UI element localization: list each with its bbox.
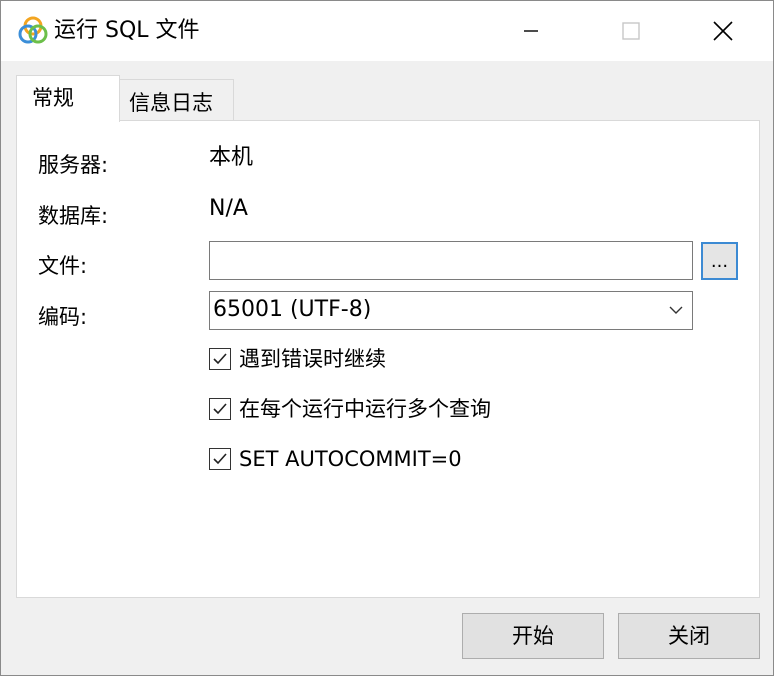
run-sql-file-dialog: 运行 SQL 文件 常规 信息日志 服务器: 本机 数据库: N/A 文件: .… bbox=[0, 0, 774, 676]
file-label: 文件: bbox=[38, 254, 88, 278]
close-icon bbox=[713, 21, 733, 41]
file-path-input[interactable] bbox=[209, 241, 693, 280]
checkmark-icon bbox=[213, 353, 227, 365]
checkmark-icon bbox=[213, 453, 227, 465]
encoding-selected-value: 65001 (UTF-8) bbox=[213, 297, 372, 322]
maximize-icon bbox=[622, 22, 640, 40]
start-button[interactable]: 开始 bbox=[462, 613, 604, 659]
title-bar: 运行 SQL 文件 bbox=[1, 1, 773, 61]
chevron-down-icon bbox=[669, 306, 683, 314]
close-window-button[interactable] bbox=[677, 1, 769, 61]
server-label: 服务器: bbox=[38, 153, 109, 177]
option-label: 遇到错误时继续 bbox=[239, 347, 386, 371]
tab-message-log[interactable]: 信息日志 bbox=[119, 79, 234, 121]
browse-file-button[interactable]: ... bbox=[701, 242, 738, 280]
tab-strip: 常规 信息日志 bbox=[1, 61, 773, 122]
general-panel bbox=[16, 120, 760, 598]
minimize-icon bbox=[524, 30, 538, 32]
encoding-label: 编码: bbox=[38, 305, 88, 329]
option-label: SET AUTOCOMMIT=0 bbox=[239, 447, 462, 471]
window-title: 运行 SQL 文件 bbox=[54, 18, 200, 43]
tab-general[interactable]: 常规 bbox=[16, 75, 120, 122]
minimize-button[interactable] bbox=[485, 1, 577, 61]
checkbox-multiple-queries[interactable] bbox=[209, 398, 231, 420]
navicat-app-icon bbox=[18, 16, 48, 44]
option-multiple-queries[interactable]: 在每个运行中运行多个查询 bbox=[209, 395, 491, 423]
server-value: 本机 bbox=[209, 145, 254, 170]
option-continue-on-error[interactable]: 遇到错误时继续 bbox=[209, 345, 386, 373]
database-value: N/A bbox=[209, 196, 248, 221]
checkmark-icon bbox=[213, 403, 227, 415]
checkbox-autocommit[interactable] bbox=[209, 448, 231, 470]
option-autocommit[interactable]: SET AUTOCOMMIT=0 bbox=[209, 445, 462, 473]
close-button[interactable]: 关闭 bbox=[618, 613, 760, 659]
database-label: 数据库: bbox=[38, 204, 109, 228]
option-label: 在每个运行中运行多个查询 bbox=[239, 397, 491, 421]
maximize-button[interactable] bbox=[585, 1, 677, 61]
encoding-select[interactable]: 65001 (UTF-8) bbox=[209, 291, 693, 330]
checkbox-continue-on-error[interactable] bbox=[209, 348, 231, 370]
